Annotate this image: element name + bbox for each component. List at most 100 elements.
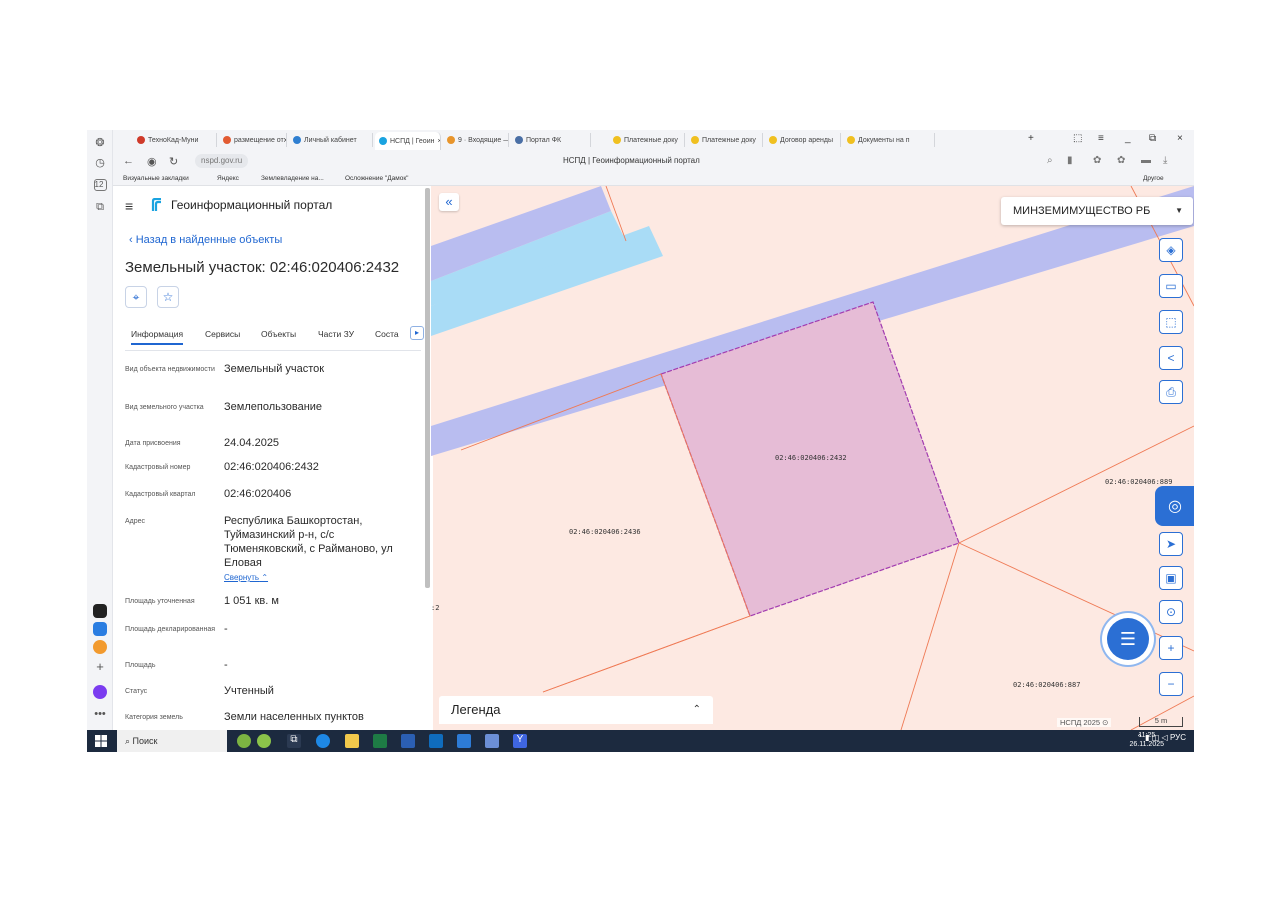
explorer-icon[interactable]: [345, 734, 359, 748]
search-page-icon[interactable]: ⌕: [1047, 155, 1053, 166]
print-button[interactable]: ⎙: [1159, 380, 1183, 404]
tabs-next-button[interactable]: ▸: [410, 326, 424, 340]
bookmark-yandex[interactable]: Яндекс: [217, 175, 239, 182]
location-search-icon: ⊙: [1165, 605, 1177, 619]
panorama-icon: ◎: [1168, 498, 1182, 515]
yandex-icon[interactable]: ❂: [91, 133, 109, 151]
browser-tab[interactable]: Портал ФК: [511, 133, 591, 147]
layers-button[interactable]: ◈: [1159, 238, 1183, 262]
geolocation-button[interactable]: ➤: [1159, 532, 1183, 556]
tab-land-parts[interactable]: Части ЗУ: [318, 329, 354, 339]
app-icon-1[interactable]: [91, 602, 109, 620]
word-icon[interactable]: [401, 734, 415, 748]
history-icon[interactable]: ◷: [91, 153, 109, 171]
attribute-value-text: Земли населенных пунктов: [224, 711, 364, 723]
object-tabs: Информация Сервисы Объекты Части ЗУ Сост…: [125, 326, 425, 346]
reload-icon[interactable]: ↻: [169, 155, 178, 168]
windows-start-icon[interactable]: [95, 735, 107, 747]
outlook-icon[interactable]: [429, 734, 443, 748]
bookmarks-bar: Визуальные закладки Яндекс Землевладение…: [113, 172, 1194, 186]
notifications-icon[interactable]: ≡: [1098, 133, 1104, 144]
bookmark-visual[interactable]: Визуальные закладки: [123, 175, 189, 182]
object-info-panel: ≡ Геоинформационный портал ‹ Назад в най…: [113, 186, 431, 730]
tab-favicon: [515, 136, 523, 144]
panel-scrollbar[interactable]: [425, 188, 430, 588]
chat-icon: ☰: [1119, 628, 1137, 649]
organization-selector[interactable]: МИНЗЕМИМУЩЕСТВО РБ ▼: [1001, 197, 1193, 225]
extension-icon-1[interactable]: ✿: [1093, 155, 1101, 166]
favorite-button[interactable]: ☆: [157, 286, 179, 308]
share-button[interactable]: <: [1159, 346, 1183, 370]
map-view[interactable]: 02:46:020406:2432 02:46:020406:2436 02:4…: [431, 186, 1194, 730]
minimap-button[interactable]: ▣: [1159, 566, 1183, 590]
map-credit: НСПД 2025 ⊙: [1057, 718, 1112, 727]
tabs-panel-icon[interactable]: ⧉: [91, 198, 109, 216]
restore-icon[interactable]: ⧉: [1149, 133, 1156, 144]
attribute-value-text: Земельный участок: [224, 363, 325, 375]
back-to-results-link[interactable]: ‹ Назад в найденные объекты: [129, 234, 282, 246]
browser-tab[interactable]: Платежные доку: [609, 133, 685, 147]
alice-icon[interactable]: [91, 683, 109, 701]
taskbar-app-game[interactable]: [237, 734, 251, 748]
browser-tab[interactable]: ТехноКад-Муни: [133, 133, 217, 147]
collapse-address-link[interactable]: Свернуть ⌃: [224, 571, 414, 585]
add-app-icon[interactable]: +: [91, 657, 109, 675]
taskbar-app-game-2[interactable]: [257, 734, 271, 748]
app-icon-lq[interactable]: [457, 734, 471, 748]
close-window-icon[interactable]: ×: [1177, 133, 1183, 144]
yandex-browser-icon[interactable]: Y: [513, 734, 527, 748]
yandex-protect-icon[interactable]: ◉: [147, 155, 157, 168]
tab-info[interactable]: Информация: [131, 329, 184, 345]
browser-tab[interactable]: НСПД | Геоин×: [375, 132, 441, 150]
bookmark-land[interactable]: Землевладение на...: [261, 175, 324, 182]
panorama-button[interactable]: ◎: [1155, 486, 1194, 526]
back-arrow-icon[interactable]: ←: [123, 155, 134, 167]
tab-composition[interactable]: Соста: [375, 329, 399, 339]
app-icon-monitor[interactable]: [485, 734, 499, 748]
new-tab-button[interactable]: +: [1028, 133, 1034, 144]
url-field[interactable]: nspd.gov.ru: [195, 154, 249, 168]
attribute-label: Статус: [125, 688, 148, 695]
menu-icon[interactable]: ≡: [125, 198, 133, 214]
taskbar-search[interactable]: ⌕ Поиск: [117, 730, 227, 752]
app-icon-2[interactable]: [91, 620, 109, 638]
attribute-value: Земельный участок: [224, 362, 414, 376]
collections-icon[interactable]: ⬚: [1073, 133, 1082, 144]
close-tab-icon[interactable]: ×: [437, 138, 440, 145]
extension-icon-3[interactable]: ▬: [1141, 155, 1151, 166]
browser-tab[interactable]: Договор аренды: [765, 133, 841, 147]
browser-tab[interactable]: Документы на п: [843, 133, 935, 147]
zoom-out-button[interactable]: −: [1159, 672, 1183, 696]
extension-icon-2[interactable]: ✿: [1117, 155, 1125, 166]
clock[interactable]: 11:25 26.11.2025: [1129, 731, 1164, 749]
chat-button[interactable]: ☰: [1107, 618, 1149, 660]
minimize-icon[interactable]: _: [1125, 133, 1131, 144]
browser-tab[interactable]: 9 · Входящие —: [443, 133, 509, 147]
browser-tab[interactable]: Платежные доку: [687, 133, 763, 147]
task-view-icon[interactable]: ⧉: [287, 734, 301, 748]
excel-icon[interactable]: [373, 734, 387, 748]
legend-panel[interactable]: Легенда ⌃: [439, 696, 713, 724]
downloads-icon[interactable]: ⤓: [1163, 155, 1167, 166]
show-on-map-button[interactable]: ⌖: [125, 286, 147, 308]
bookmark-complication[interactable]: Осложнение "Дамок": [345, 175, 408, 182]
browser-tab[interactable]: размещение отх: [219, 133, 287, 147]
attribute-value: Учтенный: [224, 684, 414, 698]
language-indicator[interactable]: РУС: [1170, 733, 1186, 742]
bookmark-other[interactable]: Другое: [1143, 175, 1164, 182]
zoom-in-button[interactable]: +: [1159, 636, 1183, 660]
tab-favicon: [769, 136, 777, 144]
search-location-button[interactable]: ⊙: [1159, 600, 1183, 624]
bookmark-icon[interactable]: ▮: [1067, 155, 1073, 166]
tab-objects[interactable]: Объекты: [261, 329, 296, 339]
share-icon: <: [1167, 351, 1175, 365]
select-area-button[interactable]: ⬚: [1159, 310, 1183, 334]
tab-count-badge[interactable]: 12: [91, 176, 109, 194]
browser-tab[interactable]: Личный кабинет: [289, 133, 373, 147]
collapse-panel-button[interactable]: «: [439, 193, 459, 211]
tab-services[interactable]: Сервисы: [205, 329, 240, 339]
edge-icon[interactable]: [316, 734, 330, 748]
more-icon[interactable]: •••: [91, 705, 109, 723]
app-icon-3[interactable]: [91, 638, 109, 656]
measure-button[interactable]: ▭: [1159, 274, 1183, 298]
